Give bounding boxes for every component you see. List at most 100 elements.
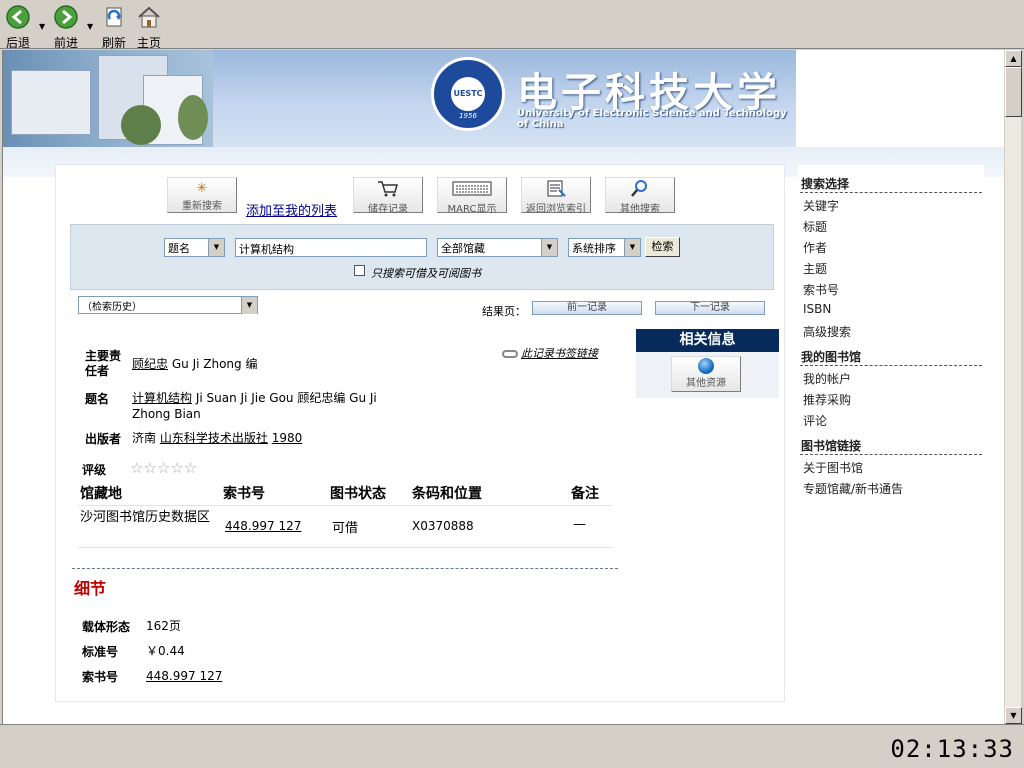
rating-label: 评级 [82, 463, 107, 477]
status-bar: 02:13:33 [0, 724, 1024, 768]
title-link[interactable]: 计算机结构 [132, 391, 192, 405]
holdings-divider [78, 505, 612, 506]
sidebar-item-keyword[interactable]: 关键字 [803, 197, 839, 214]
permalink[interactable]: 此记录书签链接 [502, 345, 598, 361]
details-title: 细节 [74, 579, 107, 598]
sidebar-divider [800, 454, 982, 455]
related-info-title: 相关信息 [636, 329, 779, 352]
prev-record-button[interactable]: 前一记录 [532, 301, 642, 315]
call-number-link[interactable]: 448.997 127 [146, 668, 222, 684]
sidebar-divider [800, 192, 982, 193]
standard-number-label: 标准号 [82, 645, 119, 659]
back-button[interactable]: 后退 [5, 4, 31, 51]
holdings-location: 沙河图书馆历史数据区 [80, 510, 211, 525]
new-search-label: 重新搜索 [182, 201, 222, 212]
title-value: 计算机结构 Ji Suan Ji Jie Gou 顾纪忠编 Gu Ji Zhon… [132, 390, 382, 422]
chevron-down-icon: ▼ [241, 297, 257, 314]
forward-arrow-icon [54, 5, 78, 29]
sidebar-item-author[interactable]: 作者 [803, 239, 827, 256]
new-search-button[interactable]: ✳ 重新搜索 [167, 177, 237, 213]
marc-view-button[interactable]: MARC显示 [437, 177, 507, 215]
publisher-year[interactable]: 1980 [272, 431, 303, 445]
search-field-value: 题名 [168, 242, 190, 255]
sort-select[interactable]: 系统排序 ▼ [568, 238, 641, 257]
other-search-button[interactable]: 其他搜索 [605, 177, 675, 215]
library-select[interactable]: 全部馆藏 ▼ [437, 238, 558, 257]
globe-icon [698, 358, 714, 374]
available-only-label: 只搜索可借及可阅图书 [371, 267, 481, 280]
forward-button[interactable]: 前进 [53, 4, 79, 51]
sidebar-item-about-library[interactable]: 关于图书馆 [803, 459, 863, 476]
result-page-label: 结果页： [482, 305, 526, 318]
refresh-icon [106, 7, 122, 27]
sidebar-item-title[interactable]: 标题 [803, 218, 827, 235]
university-banner: UESTC 1956 电子科技大学 University of Electron… [3, 50, 796, 147]
physical-desc-value: 162页 [146, 619, 181, 633]
author-label: 主要责任者 [85, 349, 122, 378]
add-to-list-link[interactable]: 添加至我的列表 [246, 200, 337, 219]
university-name-en: University of Electronic Science and Tec… [517, 108, 787, 130]
standard-number-value: ￥0.44 [146, 644, 185, 658]
publisher-link[interactable]: 山东科学技术出版社 [160, 431, 268, 445]
save-record-button[interactable]: 储存记录 [353, 177, 423, 215]
author-rest: Gu Ji Zhong 编 [171, 357, 258, 371]
logo-year: 1956 [459, 112, 477, 120]
browser-toolbar: 后退 ▼ 前进 ▼ 刷新 主页 [0, 0, 1024, 51]
back-arrow-icon [6, 5, 30, 29]
search-history-select[interactable]: （检索历史） ▼ [78, 296, 258, 314]
search-form: 题名 ▼ 计算机结构 全部馆藏 ▼ 系统排序 ▼ 检索 只搜索可借及可阅图书 [70, 224, 774, 290]
sidebar-item-isbn[interactable]: ISBN [803, 302, 831, 316]
sidebar-item-advanced-search[interactable]: 高级搜索 [803, 323, 851, 340]
refresh-button[interactable]: 刷新 [101, 4, 127, 51]
sidebar: 搜索选择 关键字 标题 作者 主题 索书号 ISBN 高级搜索 我的图书馆 我的… [798, 165, 984, 497]
holdings-divider [78, 547, 612, 548]
back-to-browse-button[interactable]: 返回浏览索引 [521, 177, 591, 215]
scroll-thumb[interactable] [1005, 67, 1022, 117]
search-field-select[interactable]: 题名 ▼ [164, 238, 225, 257]
sidebar-heading-my-library: 我的图书馆 [801, 350, 862, 364]
forward-label: 前进 [53, 36, 78, 50]
scroll-up-icon[interactable]: ▲ [1005, 50, 1022, 67]
author-value: 顾纪忠 Gu Ji Zhong 编 [132, 356, 312, 372]
sidebar-item-special-collections[interactable]: 专题馆藏/新书通告 [803, 480, 903, 497]
forward-dropdown-icon[interactable]: ▼ [87, 22, 93, 31]
vertical-scrollbar[interactable]: ▲ ▼ [1004, 50, 1022, 724]
browse-index-icon [547, 180, 566, 197]
title-label: 题名 [85, 392, 110, 406]
home-label: 主页 [136, 36, 161, 50]
sidebar-item-call-number[interactable]: 索书号 [803, 281, 839, 298]
clock: 02:13:33 [890, 735, 1014, 763]
home-icon [138, 6, 160, 28]
permalink-label: 此记录书签链接 [521, 347, 598, 360]
rating-stars[interactable]: ☆☆☆☆☆ [130, 459, 197, 477]
available-only-checkbox[interactable] [354, 265, 365, 276]
sidebar-heading-search-options: 搜索选择 [801, 177, 850, 191]
search-history-value: （检索历史） [82, 302, 142, 313]
home-button[interactable]: 主页 [136, 4, 162, 51]
back-dropdown-icon[interactable]: ▼ [39, 22, 45, 31]
holdings-header-note: 备注 [571, 486, 599, 502]
holdings-header-status: 图书状态 [330, 486, 386, 502]
other-resources-button[interactable]: 其他资源 [671, 356, 741, 392]
search-button[interactable]: 检索 [645, 237, 680, 257]
publisher-label: 出版者 [85, 432, 122, 446]
next-record-button[interactable]: 下一记录 [655, 301, 765, 315]
magnifier-icon [631, 180, 647, 197]
chevron-down-icon: ▼ [541, 239, 557, 256]
sidebar-item-reviews[interactable]: 评论 [803, 412, 827, 429]
call-number-label: 索书号 [82, 670, 119, 684]
sidebar-item-purchase-request[interactable]: 推荐采购 [803, 391, 851, 408]
marc-view-label: MARC显示 [447, 204, 497, 215]
details-divider [72, 568, 618, 569]
related-info-box: 其他资源 [636, 352, 779, 398]
holdings-call-number-link[interactable]: 448.997 127 [225, 519, 301, 533]
sidebar-item-my-account[interactable]: 我的帐户 [803, 370, 851, 387]
library-select-value: 全部馆藏 [441, 242, 485, 255]
other-search-label: 其他搜索 [620, 204, 660, 215]
sidebar-item-subject[interactable]: 主题 [803, 260, 827, 277]
author-link[interactable]: 顾纪忠 [132, 357, 168, 371]
scroll-down-icon[interactable]: ▼ [1005, 707, 1022, 724]
refresh-label: 刷新 [101, 36, 126, 50]
holdings-header-location: 馆藏地 [80, 486, 122, 502]
search-input[interactable]: 计算机结构 [235, 238, 427, 257]
